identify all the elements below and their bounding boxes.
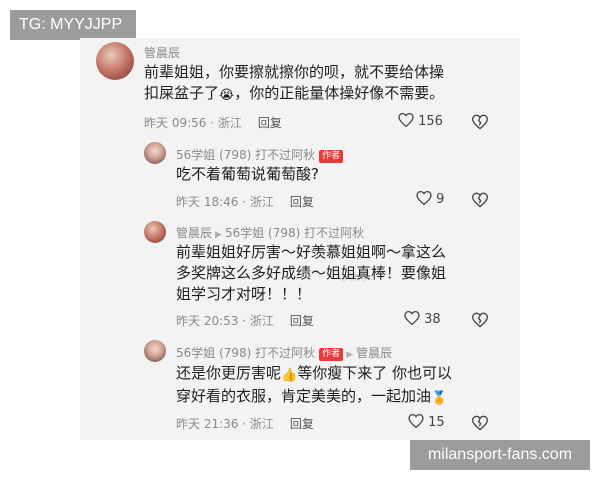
username[interactable]: 56学姐 (798) 打不过阿秋 作者 ▶ 管晨辰: [176, 344, 392, 361]
comment-card: 管晨辰 前辈姐姐，你要擦就擦你的呗，就不要给体操 扣屎盆子了😭，你的正能量体操好…: [80, 38, 520, 440]
comment-line: 等你瘦下来了 你也可以: [297, 364, 452, 382]
comment-line: ，你的正能量体操好像不需要。: [234, 84, 445, 102]
heart-icon: [408, 414, 424, 428]
username[interactable]: 56学姐 (798) 打不过阿秋 作者: [176, 146, 344, 163]
thumbs-up-icon: 👍: [281, 368, 298, 383]
reply-to-user[interactable]: 管晨辰: [356, 346, 392, 360]
author-badge: 作者: [319, 150, 344, 163]
avatar[interactable]: [144, 340, 166, 362]
avatar[interactable]: [96, 42, 134, 80]
like-count: 15: [428, 415, 445, 430]
comment-line: 扣屎盆子了: [144, 84, 220, 102]
avatar[interactable]: [144, 221, 166, 243]
like-button[interactable]: 15: [408, 414, 445, 430]
username-text: 56学姐 (798) 打不过阿秋: [176, 148, 316, 162]
reply-button[interactable]: 回复: [290, 417, 314, 431]
heart-icon: [416, 191, 432, 205]
comment-text: 前辈姐姐好厉害～好羡慕姐姐啊～拿这么 多奖牌这么多好成绩～姐姐真棒！要像姐 姐学…: [176, 242, 511, 305]
comment-time-location: 昨天 09:56 · 浙江: [144, 116, 242, 130]
reply-button[interactable]: 回复: [290, 314, 314, 328]
broken-heart-icon[interactable]: [472, 114, 488, 130]
like-button[interactable]: 156: [398, 113, 443, 129]
comment-meta: 昨天 20:53 · 浙江 回复: [176, 312, 314, 329]
crying-face-icon: 😭: [219, 88, 235, 103]
broken-heart-icon[interactable]: [472, 312, 488, 328]
comment-time-location: 昨天 21:36 · 浙江: [176, 417, 274, 431]
comment-text: 还是你更厉害呢👍等你瘦下来了 你也可以 穿好看的衣服，肯定美美的，一起加油🏅: [176, 363, 511, 409]
comment-time-location: 昨天 20:53 · 浙江: [176, 314, 274, 328]
avatar[interactable]: [144, 142, 166, 164]
like-button[interactable]: 38: [404, 311, 441, 327]
reply-arrow-icon: ▶: [346, 350, 354, 360]
author-badge: 作者: [319, 348, 344, 361]
comment-line: 前辈姐姐好厉害～好羡慕姐姐啊～拿这么: [176, 243, 447, 261]
comment-meta: 昨天 21:36 · 浙江 回复: [176, 415, 314, 432]
comment-time-location: 昨天 18:46 · 浙江: [176, 195, 274, 209]
heart-icon: [398, 113, 414, 127]
comment-text: 吃不着葡萄说葡萄酸?: [176, 165, 319, 183]
watermark-bottom-right: milansport-fans.com: [410, 440, 590, 470]
like-count: 156: [418, 114, 443, 129]
comment-line: 多奖牌这么多好成绩～姐姐真棒！要像姐: [176, 264, 447, 282]
broken-heart-icon[interactable]: [472, 192, 488, 208]
like-button[interactable]: 9: [416, 191, 444, 207]
username-text: 56学姐 (798) 打不过阿秋: [176, 346, 316, 360]
comment-line: 姐学习才对呀！！！: [176, 285, 312, 303]
like-count: 38: [424, 312, 441, 327]
comment-line: 穿好看的衣服，肯定美美的，一起加油: [176, 387, 432, 405]
reply-button[interactable]: 回复: [258, 116, 282, 130]
medal-icon: 🏅: [431, 391, 448, 406]
username[interactable]: 管晨辰: [144, 44, 180, 61]
comment-meta: 昨天 18:46 · 浙江 回复: [176, 193, 314, 210]
reply-arrow-icon: ▶: [215, 230, 222, 240]
comment-text: 前辈姐姐，你要擦就擦你的呗，就不要给体操 扣屎盆子了😭，你的正能量体操好像不需要…: [144, 62, 514, 106]
username-text: 管晨辰: [176, 226, 213, 240]
username[interactable]: 管晨辰 ▶ 56学姐 (798) 打不过阿秋: [176, 224, 364, 241]
heart-icon: [404, 311, 420, 325]
watermark-top-left: TG: MYYJJPP: [10, 10, 136, 40]
comment-line: 还是你更厉害呢: [176, 364, 282, 382]
comment-meta: 昨天 09:56 · 浙江 回复: [144, 114, 282, 131]
broken-heart-icon[interactable]: [472, 415, 488, 431]
like-count: 9: [436, 192, 445, 207]
reply-to-user[interactable]: 56学姐 (798) 打不过阿秋: [225, 226, 364, 240]
reply-button[interactable]: 回复: [290, 195, 314, 209]
comment-line: 前辈姐姐，你要擦就擦你的呗，就不要给体操: [144, 63, 445, 81]
